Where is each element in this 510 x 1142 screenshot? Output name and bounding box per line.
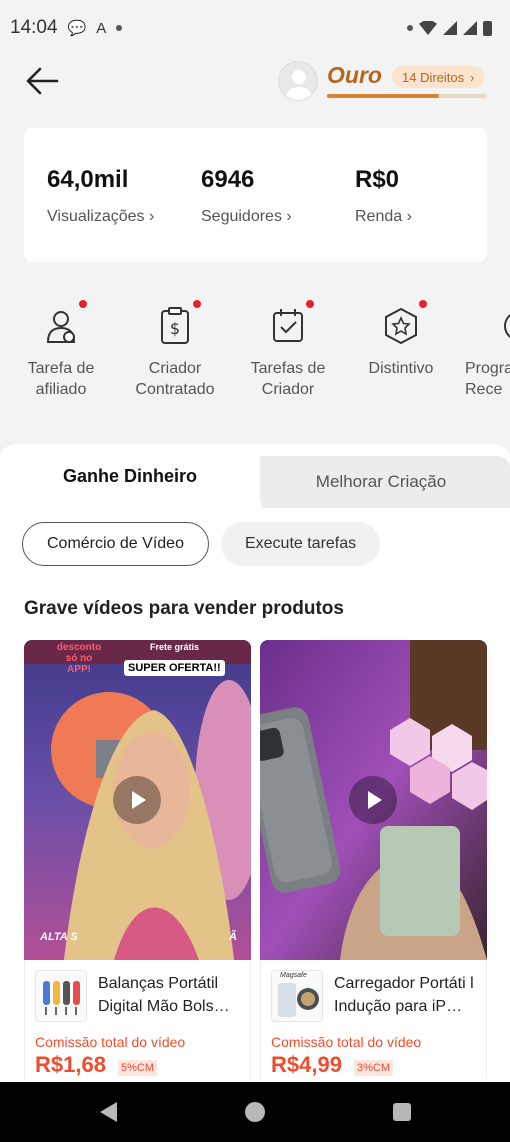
status-time: 14:04 — [10, 17, 58, 38]
product-info: Magsafe Carregador Portáti l Indução par… — [260, 960, 487, 1084]
badge-star-icon — [379, 300, 427, 348]
play-icon[interactable] — [349, 776, 397, 824]
overlay-bottom-right-text: Ã — [229, 931, 237, 943]
tool-label: Tarefas de Criador — [250, 360, 326, 398]
chevron-right-icon: › — [470, 69, 475, 85]
notification-dot — [419, 300, 427, 308]
tool-label: Progra Rece — [465, 360, 510, 398]
creator-tools-row: Tarefa de afiliado $ Criador Contratado … — [0, 290, 510, 420]
contract-dollar-icon: $ — [153, 300, 201, 348]
video-thumbnail[interactable] — [260, 640, 487, 960]
tier-label[interactable]: Ouro — [327, 62, 382, 89]
stat-followers-value: 6946 — [201, 166, 255, 193]
tab-earn-money[interactable]: Ganhe Dinheiro — [0, 444, 260, 508]
commission-label: Comissão total do vídeo — [271, 1034, 422, 1050]
stat-views-value: 64,0mil — [47, 166, 129, 193]
stat-followers-label[interactable]: Seguidores › — [201, 208, 292, 226]
chat-notification-icon: 💬 — [67, 20, 87, 37]
tool-label: Tarefa de afiliado — [27, 360, 95, 398]
stat-views[interactable]: 64,0mil Visualizações › — [47, 166, 154, 226]
back-arrow-icon[interactable] — [24, 66, 60, 96]
tool-label: Criador Contratado — [135, 360, 215, 398]
tool-affiliate-task[interactable]: Tarefa de afiliado — [1, 300, 121, 400]
overlay-bottom-text: ALTA S — [40, 931, 78, 943]
program-icon — [497, 304, 510, 348]
section-title: Grave vídeos para vender produtos — [24, 598, 344, 619]
nav-home-icon[interactable] — [245, 1102, 265, 1122]
tool-hired-creator[interactable]: $ Criador Contratado — [115, 300, 235, 400]
system-nav-bar — [0, 1082, 510, 1142]
notification-dot — [306, 300, 314, 308]
tab-row: Melhorar Criação Ganhe Dinheiro — [0, 444, 510, 508]
nav-recents-icon[interactable] — [393, 1103, 411, 1121]
stats-card: 64,0mil Visualizações › 6946 Seguidores … — [24, 128, 487, 262]
overlay-top-text: desconto só no APP! — [56, 642, 102, 675]
notification-dot — [79, 300, 87, 308]
product-price: R$4,99 — [271, 1052, 342, 1077]
product-card[interactable]: desconto só no APP! Frete grátis SUPER O… — [24, 640, 251, 1084]
header: Ouro 14 Direitos › — [0, 56, 510, 116]
tab-improve-creation[interactable]: Melhorar Criação — [252, 456, 510, 508]
more-notifications-icon — [116, 25, 123, 31]
rights-badge[interactable]: 14 Direitos › — [392, 66, 485, 88]
product-name: Balanças Portátil Digital Mão Bols… — [98, 975, 230, 1015]
filter-chips: Comércio de Vídeo Execute tarefas — [22, 522, 381, 566]
product-name: Carregador Portáti l Indução para iP… — [334, 975, 474, 1015]
affiliate-user-icon — [39, 300, 87, 348]
stat-income[interactable]: R$0 Renda › — [355, 166, 412, 226]
product-thumb-label: Magsafe — [280, 972, 307, 979]
status-bar: 14:04 💬 A — [0, 0, 510, 56]
app-notification-icon: A — [96, 19, 107, 37]
rights-label: 14 Direitos — [402, 69, 465, 85]
overlay-sale-text: SUPER OFERTA!! — [124, 660, 225, 676]
signal-icon — [443, 21, 457, 35]
tier-progress-bar — [327, 94, 487, 98]
status-dot-icon — [407, 25, 413, 31]
stat-income-value: R$0 — [355, 166, 400, 193]
svg-text:$: $ — [170, 319, 180, 338]
product-card[interactable]: Magsafe Carregador Portáti l Indução par… — [260, 640, 487, 1084]
avatar[interactable] — [278, 61, 318, 101]
wifi-icon — [419, 21, 437, 35]
tool-label: Distintivo — [368, 360, 434, 377]
commission-percent: 5%CM — [118, 1060, 158, 1076]
chip-video-commerce[interactable]: Comércio de Vídeo — [22, 522, 209, 566]
battery-icon — [483, 20, 492, 36]
product-price: R$1,68 — [35, 1052, 106, 1077]
stat-followers[interactable]: 6946 Seguidores › — [201, 166, 292, 226]
product-thumbnail: Magsafe — [271, 970, 323, 1022]
signal-icon-2 — [463, 21, 477, 35]
earn-panel: Melhorar Criação Ganhe Dinheiro Comércio… — [0, 444, 510, 1084]
product-info: Balanças Portátil Digital Mão Bols… Comi… — [24, 960, 251, 1084]
notification-dot — [193, 300, 201, 308]
tier-progress-fill — [327, 94, 439, 98]
commission-percent: 3%CM — [354, 1060, 394, 1076]
nav-back-icon[interactable] — [100, 1102, 117, 1122]
commission-label: Comissão total do vídeo — [35, 1034, 186, 1050]
video-thumbnail[interactable]: desconto só no APP! Frete grátis SUPER O… — [24, 640, 251, 960]
chip-execute-tasks[interactable]: Execute tarefas — [220, 522, 381, 566]
stat-views-label[interactable]: Visualizações › — [47, 208, 154, 226]
calendar-check-icon — [266, 300, 314, 348]
tool-badge[interactable]: Distintivo — [341, 300, 461, 379]
overlay-free-text: Frete grátis — [150, 642, 200, 652]
tool-program[interactable]: Progra Rece — [455, 304, 510, 400]
tool-creator-tasks[interactable]: Tarefas de Criador — [228, 300, 348, 400]
play-icon[interactable] — [113, 776, 161, 824]
product-thumbnail — [35, 970, 87, 1022]
stat-income-label[interactable]: Renda › — [355, 208, 412, 226]
